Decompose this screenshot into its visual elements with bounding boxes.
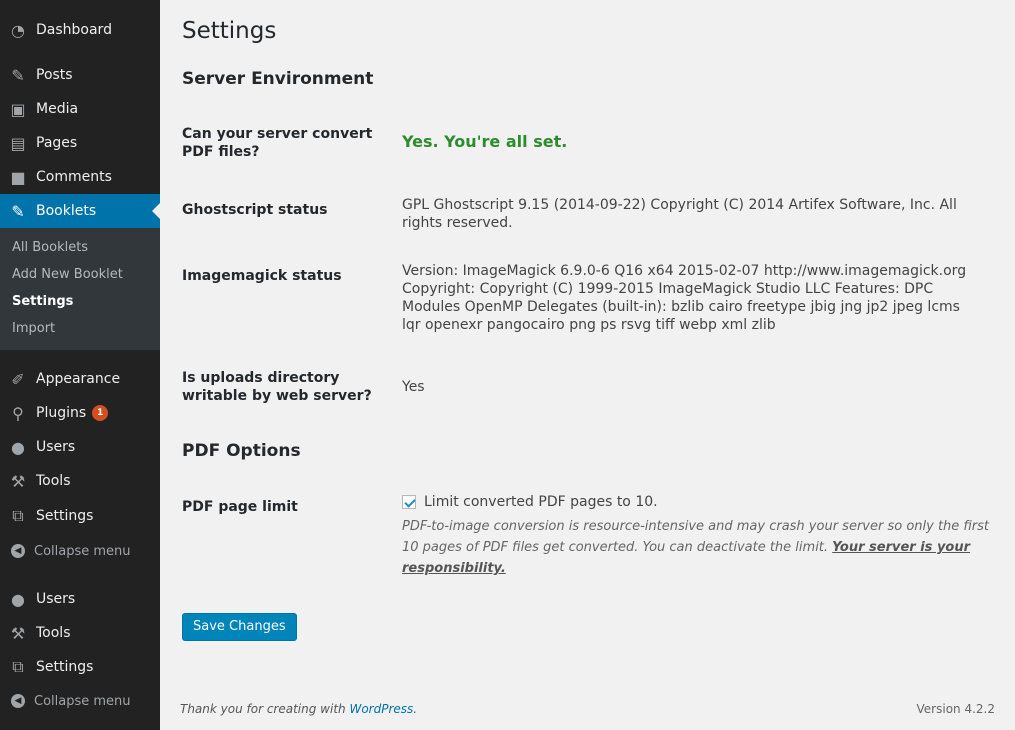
submenu-settings[interactable]: Settings xyxy=(12,294,73,309)
menu-users-2[interactable]: ● Users xyxy=(0,582,160,616)
footer-thanks: Thank you for creating with WordPress. xyxy=(180,702,417,716)
booklets-submenu: All Booklets Add New Booklet Settings Im… xyxy=(0,228,160,350)
server-environment-heading: Server Environment xyxy=(182,69,374,89)
menu-comments[interactable]: ■ Comments xyxy=(0,160,160,194)
collapse-label: Collapse menu xyxy=(34,693,131,709)
menu-media[interactable]: ▣ Media xyxy=(0,92,160,126)
wrench-icon: ⚒ xyxy=(10,471,26,491)
menu-tools-2[interactable]: ⚒ Tools xyxy=(0,616,160,650)
menu-settings[interactable]: ⧉ Settings xyxy=(0,499,160,533)
menu-label: Appearance xyxy=(36,371,121,387)
page-title: Settings xyxy=(182,18,277,44)
ghostscript-label: Ghostscript status xyxy=(182,202,328,218)
collapse-menu-button-2[interactable]: ◀ Collapse menu xyxy=(0,684,160,718)
menu-label: Users xyxy=(36,591,76,607)
menu-appearance[interactable]: ✐ Appearance xyxy=(0,362,160,396)
menu-label: Settings xyxy=(36,508,94,524)
update-count-badge: 1 xyxy=(92,405,109,421)
uploads-writable-label: Is uploads directory writable by web ser… xyxy=(182,370,372,404)
menu-booklets[interactable]: ✎ Booklets xyxy=(0,194,160,228)
collapse-label: Collapse menu xyxy=(34,543,131,559)
pin-icon: ✎ xyxy=(11,201,25,221)
menu-dashboard[interactable]: ◔ Dashboard xyxy=(0,13,160,47)
admin-sidebar: ◔ Dashboard ✎ Posts ▣ Media ▤ Pages ■ Co… xyxy=(0,0,160,730)
pdf-page-limit-label: PDF page limit xyxy=(182,499,298,515)
wordpress-link[interactable]: WordPress xyxy=(349,702,413,716)
menu-label: Tools xyxy=(36,625,71,641)
dashboard-icon: ◔ xyxy=(11,20,25,40)
menu-pages[interactable]: ▤ Pages xyxy=(0,126,160,160)
submenu-add-new-booklet[interactable]: Add New Booklet xyxy=(12,267,123,282)
pages-icon: ▤ xyxy=(10,133,26,153)
menu-label: Comments xyxy=(36,169,112,185)
menu-label: Users xyxy=(36,439,76,455)
settings-icon: ⧉ xyxy=(12,506,24,525)
menu-label: Settings xyxy=(36,659,94,675)
pdf-limit-checkbox-label[interactable]: Limit converted PDF pages to 10. xyxy=(424,494,658,510)
menu-plugins[interactable]: ⚲ Plugins 1 xyxy=(0,396,160,430)
wrench-icon: ⚒ xyxy=(10,623,26,643)
menu-settings-2[interactable]: ⧉ Settings xyxy=(0,650,160,684)
menu-label: Pages xyxy=(36,135,78,151)
menu-tools[interactable]: ⚒ Tools xyxy=(0,464,160,498)
pdf-limit-option: Limit converted PDF pages to 10. xyxy=(402,493,982,511)
pdf-options-heading: PDF Options xyxy=(182,441,301,461)
submenu-all-booklets[interactable]: All Booklets xyxy=(12,240,88,255)
save-changes-button[interactable]: Save Changes xyxy=(182,613,297,641)
media-icon: ▣ xyxy=(10,99,26,119)
version-text: Version 4.2.2 xyxy=(916,702,995,716)
imagemagick-label: Imagemagick status xyxy=(182,268,342,284)
main-content: Settings Server Environment Can your ser… xyxy=(160,0,1015,730)
comment-icon: ■ xyxy=(10,167,26,187)
menu-users[interactable]: ● Users xyxy=(0,430,160,464)
user-icon: ● xyxy=(11,589,25,609)
collapse-arrow-icon: ◀ xyxy=(11,544,25,558)
menu-label: Posts xyxy=(36,67,73,83)
footer-period: . xyxy=(413,702,418,716)
plugin-icon: ⚲ xyxy=(12,403,24,423)
menu-label: Media xyxy=(36,101,79,117)
footer-thanks-text: Thank you for creating with xyxy=(180,702,346,716)
menu-label: Booklets xyxy=(36,203,97,219)
ghostscript-status: GPL Ghostscript 9.15 (2014-09-22) Copyri… xyxy=(402,197,957,231)
imagemagick-status: Version: ImageMagick 6.9.0-6 Q16 x64 201… xyxy=(402,263,967,333)
collapse-arrow-icon: ◀ xyxy=(11,694,25,708)
menu-posts[interactable]: ✎ Posts xyxy=(0,58,160,92)
pdf-limit-description: PDF-to-image conversion is resource-inte… xyxy=(402,516,992,579)
user-icon: ● xyxy=(11,437,25,457)
menu-label: Tools xyxy=(36,473,71,489)
convert-pdf-status: Yes. You're all set. xyxy=(402,132,568,151)
menu-label: Plugins xyxy=(36,405,87,421)
convert-pdf-label: Can your server convert PDF files? xyxy=(182,126,373,160)
brush-icon: ✐ xyxy=(11,369,25,389)
settings-icon: ⧉ xyxy=(12,657,24,676)
uploads-writable-status: Yes xyxy=(402,379,425,395)
submenu-import[interactable]: Import xyxy=(12,321,55,336)
pin-icon: ✎ xyxy=(11,65,25,85)
collapse-menu-button[interactable]: ◀ Collapse menu xyxy=(0,534,160,568)
pdf-limit-checkbox[interactable] xyxy=(402,495,416,509)
menu-label: Dashboard xyxy=(36,22,112,38)
